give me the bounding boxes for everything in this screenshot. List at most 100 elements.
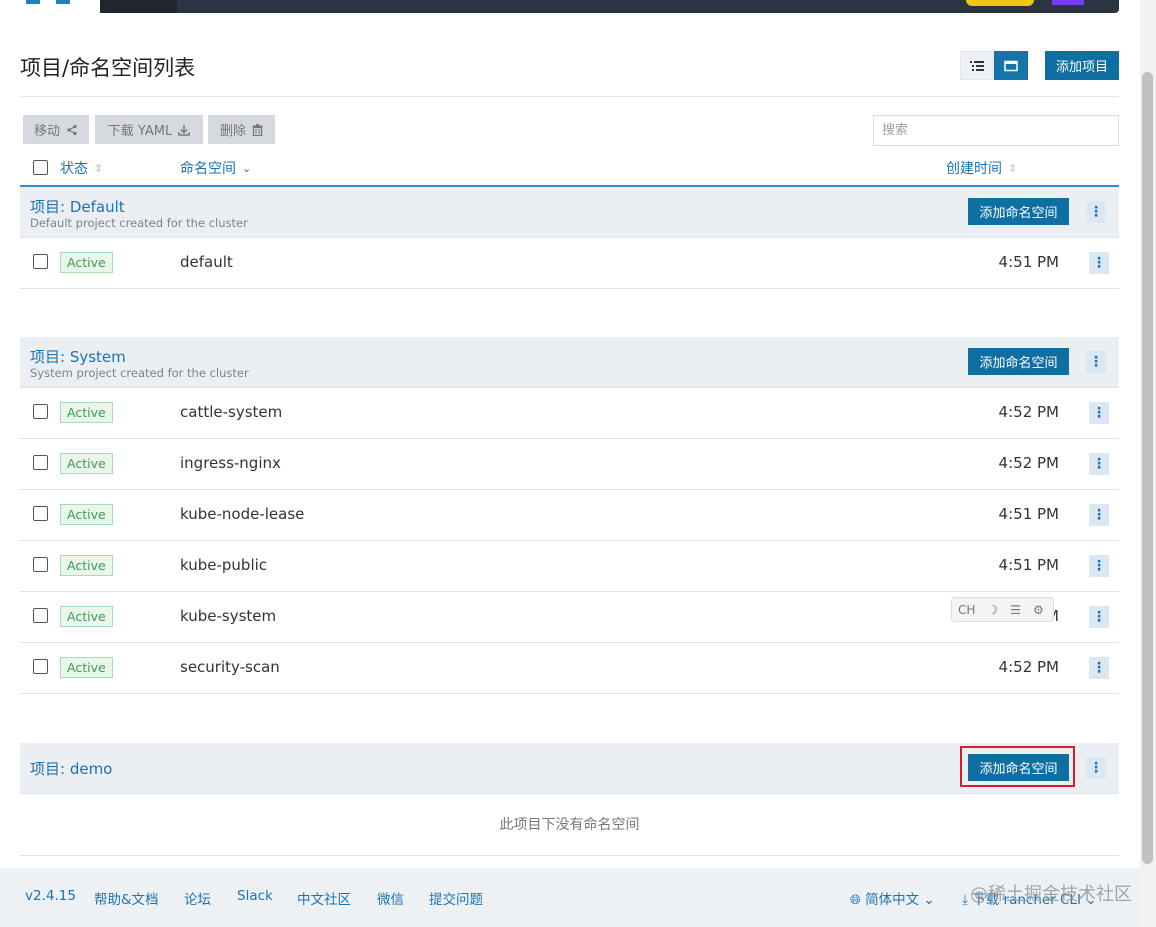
- kebab-menu-icon[interactable]: ⋮: [1089, 504, 1109, 526]
- download-yaml-label: 下载 YAML: [107, 124, 173, 139]
- column-header-created[interactable]: 创建时间 ⇕: [946, 158, 1017, 178]
- row-checkbox[interactable]: [33, 659, 48, 674]
- watermark-text: @稀土掘金技术社区: [970, 884, 1132, 905]
- highlight-annotation: [960, 746, 1075, 787]
- download-yaml-button[interactable]: 下载 YAML: [95, 115, 203, 144]
- kebab-menu-icon[interactable]: ⋮: [1089, 606, 1109, 628]
- project-title[interactable]: 项目: System: [30, 346, 126, 367]
- created-time: 4:52 PM: [998, 454, 1059, 472]
- column-header-state[interactable]: 状态 ⇕: [60, 158, 103, 178]
- status-badge: Active: [60, 504, 113, 525]
- forum-link[interactable]: 论坛: [184, 888, 211, 908]
- project-title[interactable]: 项目: demo: [30, 758, 112, 779]
- wechat-link[interactable]: 微信: [377, 888, 404, 908]
- select-all-checkbox[interactable]: [33, 160, 48, 175]
- slack-link[interactable]: Slack: [237, 888, 273, 904]
- project-group-default: 项目: Default Default project created for …: [20, 187, 1119, 238]
- group-divider: [20, 855, 1119, 856]
- row-checkbox[interactable]: [33, 557, 48, 572]
- namespace-name[interactable]: ingress-nginx: [180, 454, 281, 472]
- language-selector[interactable]: 🌐︎ 简体中文 ⌄: [850, 888, 935, 908]
- version-link[interactable]: v2.4.15: [25, 888, 76, 904]
- share-icon: [67, 124, 77, 135]
- kebab-menu-icon[interactable]: ⋮: [1089, 252, 1109, 274]
- table-row: Active kube-public 4:51 PM ⋮: [20, 541, 1119, 592]
- language-label: 简体中文: [865, 892, 920, 908]
- row-checkbox[interactable]: [33, 455, 48, 470]
- group-view-button[interactable]: [994, 51, 1028, 80]
- list-icon: [970, 60, 984, 71]
- project-group-system: 项目: System System project created for th…: [20, 337, 1119, 388]
- empty-namespace-message: 此项目下没有命名空间: [499, 817, 640, 833]
- user-avatar[interactable]: [1052, 0, 1084, 5]
- submit-issue-link[interactable]: 提交问题: [429, 888, 483, 908]
- status-badge: Active: [60, 252, 113, 273]
- menu-icon[interactable]: ☰: [1010, 603, 1021, 617]
- scrollbar-thumb[interactable]: [1142, 72, 1153, 864]
- ime-toolbar[interactable]: CH ☽ ☰ ⚙: [951, 597, 1054, 622]
- settings-icon[interactable]: ⚙: [1033, 603, 1044, 617]
- namespace-name[interactable]: default: [180, 253, 233, 271]
- column-created-label: 创建时间: [946, 161, 1002, 177]
- move-button[interactable]: 移动: [23, 115, 89, 144]
- created-time: 4:52 PM: [998, 403, 1059, 421]
- add-namespace-button[interactable]: 添加命名空间: [968, 198, 1069, 225]
- kebab-menu-icon[interactable]: ⋮: [1086, 201, 1106, 223]
- globe-icon: 🌐︎: [850, 892, 861, 908]
- table-row: Active security-scan 4:52 PM ⋮: [20, 643, 1119, 694]
- kebab-menu-icon[interactable]: ⋮: [1089, 657, 1109, 679]
- page-scrollbar[interactable]: [1140, 0, 1156, 927]
- help-docs-link[interactable]: 帮助&文档: [94, 888, 159, 908]
- list-view-button[interactable]: [960, 51, 994, 80]
- namespace-name[interactable]: kube-system: [180, 607, 276, 625]
- kebab-menu-icon[interactable]: ⋮: [1089, 453, 1109, 475]
- status-badge: Active: [60, 606, 113, 627]
- move-label: 移动: [33, 124, 60, 139]
- table-row: Active default 4:51 PM ⋮: [20, 238, 1119, 289]
- kebab-menu-icon[interactable]: ⋮: [1086, 351, 1106, 373]
- created-time: 4:51 PM: [998, 556, 1059, 574]
- row-checkbox[interactable]: [33, 254, 48, 269]
- add-project-button[interactable]: 添加项目: [1045, 51, 1119, 80]
- row-checkbox[interactable]: [33, 608, 48, 623]
- search-input[interactable]: [873, 115, 1119, 146]
- status-badge: Active: [60, 402, 113, 423]
- community-link[interactable]: 中文社区: [297, 888, 351, 908]
- namespace-name[interactable]: cattle-system: [180, 403, 282, 421]
- logo-icon[interactable]: [26, 0, 40, 4]
- cluster-selector[interactable]: [100, 0, 177, 13]
- table-row: Active ingress-nginx 4:52 PM ⋮: [20, 439, 1119, 490]
- delete-label: 删除: [219, 124, 246, 139]
- namespace-name[interactable]: kube-public: [180, 556, 267, 574]
- row-checkbox[interactable]: [33, 506, 48, 521]
- kebab-menu-icon[interactable]: ⋮: [1086, 757, 1106, 779]
- kebab-menu-icon[interactable]: ⋮: [1089, 402, 1109, 424]
- trash-icon: [252, 123, 263, 136]
- column-header-namespace[interactable]: 命名空间 ⌄: [180, 158, 251, 178]
- namespace-name[interactable]: security-scan: [180, 658, 280, 676]
- row-checkbox[interactable]: [33, 404, 48, 419]
- kebab-menu-icon[interactable]: ⋮: [1089, 555, 1109, 577]
- created-time: 4:51 PM: [998, 505, 1059, 523]
- delete-button[interactable]: 删除: [208, 115, 275, 144]
- table-row: Active cattle-system 4:52 PM ⋮: [20, 388, 1119, 439]
- column-namespace-label: 命名空间: [180, 161, 236, 177]
- header-divider: [20, 96, 1119, 97]
- project-title[interactable]: 项目: Default: [30, 196, 125, 217]
- top-nav: [0, 0, 1140, 14]
- footer: v2.4.15 帮助&文档 论坛 Slack 中文社区 微信 提交问题 🌐︎ 简…: [0, 868, 1140, 927]
- namespace-name[interactable]: kube-node-lease: [180, 505, 304, 523]
- created-time: 4:51 PM: [998, 253, 1059, 271]
- notification-pill[interactable]: [966, 0, 1034, 6]
- moon-icon[interactable]: ☽: [987, 603, 998, 617]
- project-group-demo: 项目: demo 添加命名空间 ⋮: [20, 743, 1119, 794]
- add-namespace-button[interactable]: 添加命名空间: [968, 348, 1069, 375]
- chevron-down-icon: ⌄: [923, 892, 935, 908]
- sort-icon: ⇕: [94, 161, 104, 175]
- status-badge: Active: [60, 453, 113, 474]
- page-title: 项目/命名空间列表: [20, 56, 196, 80]
- column-state-label: 状态: [60, 161, 88, 177]
- table-row: Active kube-node-lease 4:51 PM ⋮: [20, 490, 1119, 541]
- project-description: Default project created for the cluster: [30, 216, 248, 230]
- ime-language[interactable]: CH: [958, 603, 975, 617]
